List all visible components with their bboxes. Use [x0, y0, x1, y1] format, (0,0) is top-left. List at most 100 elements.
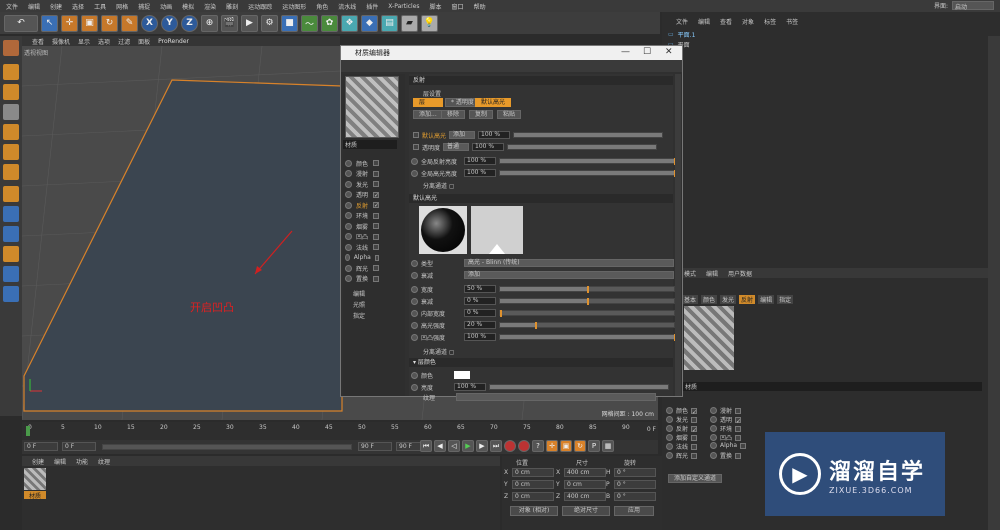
coord-field[interactable]: 0 cm	[512, 480, 554, 489]
menu-item[interactable]: 帮助	[474, 2, 486, 11]
coord-field[interactable]: 400 cm	[564, 492, 606, 501]
x-axis-icon[interactable]: X	[141, 14, 158, 32]
channel-checkbox[interactable]	[735, 452, 742, 459]
menu-item[interactable]: 创建	[50, 2, 62, 11]
coord-field[interactable]: 0 °	[614, 480, 656, 489]
viewport-menu-item[interactable]: 选项	[98, 37, 110, 46]
channel-toggle[interactable]: 置换	[710, 451, 742, 460]
cube-icon[interactable]: ■	[281, 14, 298, 32]
menu-item[interactable]: 网格	[116, 2, 128, 11]
snap-icon[interactable]	[3, 226, 19, 242]
max-frame-field[interactable]: 90 F	[358, 442, 392, 451]
attribute-subtab[interactable]: 指定	[777, 295, 794, 304]
select-value[interactable]: 添加	[464, 271, 674, 279]
texture-row[interactable]: 纹理	[423, 392, 656, 402]
close-icon[interactable]: ✕	[665, 47, 673, 57]
channel-checkbox[interactable]: ✓	[691, 407, 697, 416]
material-manager-tab[interactable]: 功能	[76, 457, 88, 466]
material-editor-link[interactable]: 编辑	[353, 288, 365, 298]
select-row[interactable]: 衰减 添加	[411, 270, 674, 280]
channel-toggle[interactable]: 烟雾	[666, 433, 698, 442]
param-row[interactable]: 全局高光亮度 100 %	[411, 168, 676, 178]
channel-toggle[interactable]: 颜色 ✓	[666, 406, 697, 416]
viewport-menu-item[interactable]: 显示	[78, 37, 90, 46]
attribute-subtab[interactable]: 发光	[720, 295, 737, 304]
param-value[interactable]: 100 %	[464, 157, 496, 165]
rotate-key-icon[interactable]: ↻	[574, 440, 586, 452]
material-manager-tab[interactable]: 编辑	[54, 457, 66, 466]
channel-checkbox[interactable]	[373, 275, 379, 282]
object-manager-tab[interactable]: 文件	[676, 17, 688, 26]
texture-mode-icon[interactable]	[3, 84, 19, 100]
menu-item[interactable]: 编辑	[28, 2, 40, 11]
channel-toggle[interactable]: 环境	[710, 424, 742, 433]
param-slider[interactable]	[499, 310, 675, 317]
channel-row[interactable]: Alpha	[345, 253, 379, 263]
param-value[interactable]: 100 %	[464, 333, 496, 341]
interface-select[interactable]: 启动	[952, 1, 994, 11]
menu-item[interactable]: 文件	[6, 2, 18, 11]
channel-checkbox[interactable]	[735, 407, 742, 414]
y-axis-icon[interactable]: Y	[161, 14, 178, 32]
param-row[interactable]: 凹凸强度 100 %	[411, 332, 676, 342]
channel-row[interactable]: 环境	[345, 211, 379, 221]
viewport-menu-item[interactable]: 过滤	[118, 37, 130, 46]
play-back-icon[interactable]: ◁	[448, 440, 460, 452]
channel-toggle[interactable]: 法线	[666, 442, 698, 451]
channel-checkbox[interactable]	[373, 212, 379, 219]
param-row[interactable]: 全局反射亮度 100 %	[411, 156, 676, 166]
polygons-mode-icon[interactable]	[3, 164, 19, 180]
add-custom-channel-button[interactable]: 添加自定义通道	[668, 474, 723, 483]
param-slider[interactable]	[499, 158, 676, 165]
channel-toggle[interactable]: 凹凸	[710, 433, 742, 442]
coord-system-icon[interactable]: ⊕	[201, 14, 218, 32]
channel-checkbox[interactable]	[373, 244, 379, 250]
layer-row[interactable]: 默认高光 添加 100 %	[413, 130, 664, 140]
texture-slot[interactable]	[456, 393, 656, 401]
param-row[interactable]: 衰减 0 %	[411, 296, 675, 306]
brightness-slider[interactable]	[489, 384, 669, 390]
layer-strength[interactable]: 100 %	[478, 131, 511, 139]
channel-toggle[interactable]: 透明 ✓	[710, 415, 741, 425]
menu-item[interactable]: 插件	[366, 2, 378, 11]
prev-key-icon[interactable]: ◀	[434, 440, 446, 452]
attribute-name-field[interactable]: 材质	[682, 382, 982, 391]
channel-checkbox[interactable]: ✓	[735, 416, 741, 425]
param-row[interactable]: 宽度 50 %	[411, 284, 675, 294]
color-swatch[interactable]	[454, 371, 470, 379]
attribute-subtab[interactable]: 基本	[682, 295, 699, 304]
camera-icon[interactable]: ▰	[401, 14, 418, 32]
channel-toggle[interactable]: 发光	[666, 415, 698, 424]
channel-row[interactable]: 颜色	[345, 158, 379, 168]
object-manager-tab[interactable]: 标签	[764, 17, 776, 26]
channel-checkbox[interactable]	[373, 265, 379, 271]
move-key-icon[interactable]: ✛	[546, 440, 558, 452]
brightness-row[interactable]: 亮度 100 %	[411, 382, 669, 392]
channel-checkbox[interactable]	[374, 254, 379, 261]
keyframe-selection-icon[interactable]: ?	[532, 440, 544, 452]
material-name-field[interactable]: 材质	[343, 140, 397, 149]
param-value[interactable]: 0 %	[464, 309, 496, 317]
model-mode-icon[interactable]	[3, 64, 19, 80]
channel-checkbox[interactable]	[691, 434, 698, 441]
render-view-icon[interactable]: 🎬	[221, 14, 238, 32]
coord-mode-select[interactable]: 对象 (相对)	[510, 506, 558, 516]
select-value[interactable]: 高光 - Blinn (传统)	[464, 259, 674, 267]
layer-action-button[interactable]: 粘贴	[497, 110, 522, 119]
z-axis-icon[interactable]: Z	[181, 14, 198, 32]
channel-row[interactable]: 置换	[345, 274, 379, 284]
coord-field[interactable]: 0 cm	[512, 492, 554, 501]
object-manager-tab[interactable]: 书签	[786, 17, 798, 26]
size-mode-select[interactable]: 绝对尺寸	[562, 506, 610, 516]
attribute-subtab[interactable]: 颜色	[701, 295, 718, 304]
brightness-value[interactable]: 100 %	[454, 383, 486, 391]
attribute-subtab[interactable]: 编辑	[758, 295, 775, 304]
rotate-icon[interactable]: ↻	[101, 14, 118, 32]
param-row[interactable]: 内部宽度 0 %	[411, 308, 675, 318]
channel-checkbox[interactable]	[373, 181, 379, 187]
color-row[interactable]: 颜色	[411, 370, 470, 380]
viewport-menu-item[interactable]: 查看	[32, 37, 44, 46]
menu-item[interactable]: 工具	[94, 2, 106, 11]
axis-mode-icon[interactable]	[3, 186, 19, 202]
sculpt-icon[interactable]	[3, 286, 19, 302]
